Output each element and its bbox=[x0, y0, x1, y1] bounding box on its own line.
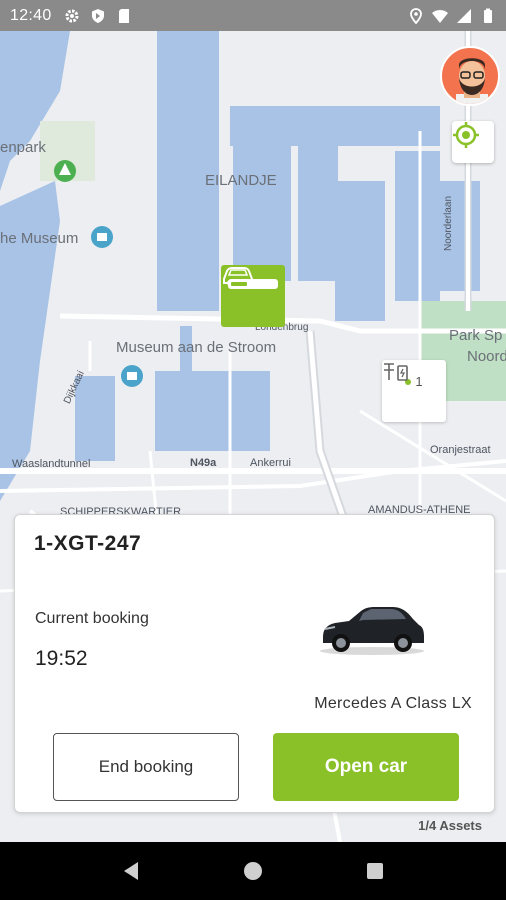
home-icon[interactable] bbox=[241, 859, 265, 883]
booking-card: 1-XGT-247 Current booking 19:52 Mercedes… bbox=[14, 514, 495, 813]
car-battery-fill bbox=[231, 282, 248, 286]
recents-icon[interactable] bbox=[363, 859, 387, 883]
map-label-noorderlaan: Noorderlaan bbox=[443, 195, 454, 251]
map-label-ankerrui: Ankerrui bbox=[250, 457, 291, 469]
back-icon[interactable] bbox=[119, 859, 143, 883]
map-label-park: enpark bbox=[0, 139, 46, 156]
current-booking-label: Current booking bbox=[35, 610, 149, 627]
map-label-n49a: N49a bbox=[190, 457, 217, 469]
map-label-eilandje: EILANDJE bbox=[205, 172, 277, 189]
gear-icon bbox=[65, 9, 79, 22]
car-model-name: Mercedes A Class LX bbox=[314, 695, 472, 712]
map-label-museum-stroom: Museum aan de Stroom bbox=[116, 339, 277, 356]
car-marker[interactable] bbox=[221, 265, 285, 327]
signal-icon bbox=[457, 8, 471, 23]
crosshair-icon bbox=[453, 122, 479, 148]
navigation-bar bbox=[0, 842, 506, 900]
charging-station-icon bbox=[384, 363, 408, 381]
map-label-waaslandtunnel: Waaslandtunnel bbox=[12, 458, 91, 470]
open-car-button[interactable]: Open car bbox=[273, 733, 459, 801]
wifi-icon bbox=[432, 9, 448, 23]
location-icon bbox=[410, 7, 422, 24]
booking-time: 19:52 bbox=[35, 647, 88, 670]
charging-station-marker[interactable]: 1 bbox=[382, 360, 446, 422]
map-label-noord: Noord bbox=[467, 348, 506, 365]
assets-counter[interactable]: 1/4 Assets bbox=[418, 818, 482, 833]
map-label-museum-left: he Museum bbox=[0, 230, 79, 247]
avatar-bearded-man-icon bbox=[456, 58, 488, 104]
app-screen: 12:40 enpark EILANDJE he Museum Museum a… bbox=[0, 0, 506, 900]
sd-card-icon bbox=[118, 8, 129, 23]
status-bar: 12:40 bbox=[0, 0, 506, 31]
end-booking-button[interactable]: End booking bbox=[53, 733, 239, 801]
profile-avatar[interactable] bbox=[440, 46, 500, 106]
car-battery-indicator bbox=[228, 279, 278, 289]
map-label-oranjestraat: Oranjestraat bbox=[430, 444, 491, 456]
status-time: 12:40 bbox=[10, 6, 52, 24]
license-plate: 1-XGT-247 bbox=[34, 532, 142, 555]
battery-icon bbox=[484, 8, 492, 23]
car-image bbox=[320, 607, 424, 655]
shield-icon bbox=[91, 8, 104, 23]
locate-me-button[interactable] bbox=[452, 121, 494, 163]
station-count: 1 bbox=[415, 374, 423, 389]
map-label-park-right: Park Sp bbox=[449, 327, 503, 344]
